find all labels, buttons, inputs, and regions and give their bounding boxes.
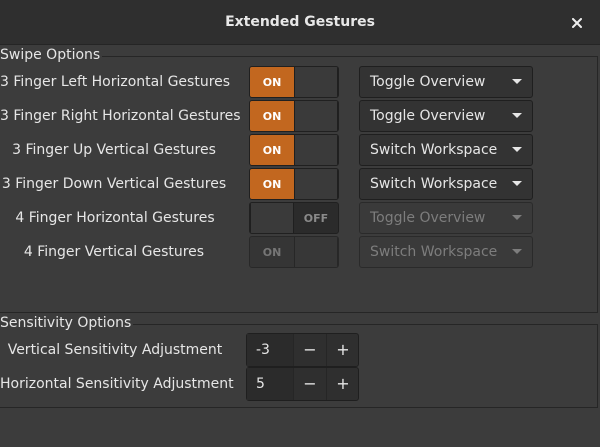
toggle-state-label: ON xyxy=(250,67,294,97)
increment-button[interactable]: + xyxy=(326,334,359,366)
row-label-3f-down: 3 Finger Down Vertical Gestures xyxy=(1,176,227,192)
row-label-3f-right: 3 Finger Right Horizontal Gestures xyxy=(0,108,241,124)
row-label-horizontal-sensitivity: Horizontal Sensitivity Adjustment xyxy=(0,376,234,392)
sensitivity-options-label: Sensitivity Options xyxy=(0,315,134,331)
action-select-value: Switch Workspace xyxy=(370,176,498,192)
dropdown-arrow-icon xyxy=(512,147,522,152)
dropdown-arrow-icon xyxy=(512,79,522,84)
toggle-4f-horizontal[interactable]: OFF xyxy=(249,202,339,234)
toggle-3f-down[interactable]: ON xyxy=(249,168,339,200)
toggle-knob xyxy=(294,101,338,131)
toggle-3f-right[interactable]: ON xyxy=(249,100,339,132)
action-select-value: Toggle Overview xyxy=(370,210,486,226)
vertical-sensitivity-spinner: -3 − + xyxy=(246,333,359,367)
close-icon xyxy=(572,18,582,28)
decrement-button[interactable]: − xyxy=(293,334,326,366)
toggle-3f-left[interactable]: ON xyxy=(249,66,339,98)
toggle-knob xyxy=(294,67,338,97)
action-select-3f-right[interactable]: Toggle Overview xyxy=(359,100,533,132)
action-select-value: Toggle Overview xyxy=(370,108,486,124)
horizontal-sensitivity-spinner: 5 − + xyxy=(246,367,359,401)
toggle-knob xyxy=(294,169,338,199)
dropdown-arrow-icon xyxy=(512,113,522,118)
toggle-state-label: ON xyxy=(250,169,294,199)
toggle-knob xyxy=(294,135,338,165)
row-label-4f-vertical: 4 Finger Vertical Gestures xyxy=(23,244,205,260)
close-button[interactable] xyxy=(566,12,588,34)
toggle-state-label: ON xyxy=(250,237,294,267)
horizontal-sensitivity-input[interactable]: 5 xyxy=(247,368,293,400)
toggle-4f-vertical[interactable]: ON xyxy=(249,236,339,268)
action-select-4f-vertical: Switch Workspace xyxy=(359,236,533,268)
toggle-3f-up[interactable]: ON xyxy=(249,134,339,166)
dropdown-arrow-icon xyxy=(512,181,522,186)
window-title: Extended Gestures xyxy=(225,14,375,30)
dialog-window: Extended Gestures Swipe Options 3 Finger… xyxy=(0,0,600,447)
toggle-knob xyxy=(250,203,294,233)
action-select-3f-up[interactable]: Switch Workspace xyxy=(359,134,533,166)
toggle-state-label: ON xyxy=(250,135,294,165)
action-select-4f-horizontal: Toggle Overview xyxy=(359,202,533,234)
titlebar: Extended Gestures xyxy=(0,0,600,45)
row-label-3f-left: 3 Finger Left Horizontal Gestures xyxy=(0,74,231,90)
row-label-vertical-sensitivity: Vertical Sensitivity Adjustment xyxy=(7,342,223,358)
action-select-value: Switch Workspace xyxy=(370,244,498,260)
toggle-knob xyxy=(294,237,338,267)
dropdown-arrow-icon xyxy=(512,249,522,254)
action-select-3f-down[interactable]: Switch Workspace xyxy=(359,168,533,200)
action-select-value: Switch Workspace xyxy=(370,142,498,158)
toggle-state-label: ON xyxy=(250,101,294,131)
action-select-value: Toggle Overview xyxy=(370,74,486,90)
action-select-3f-left[interactable]: Toggle Overview xyxy=(359,66,533,98)
toggle-state-label: OFF xyxy=(303,211,329,225)
dropdown-arrow-icon xyxy=(512,215,522,220)
vertical-sensitivity-input[interactable]: -3 xyxy=(247,334,293,366)
row-label-3f-up: 3 Finger Up Vertical Gestures xyxy=(12,142,216,158)
swipe-options-label: Swipe Options xyxy=(0,47,103,63)
decrement-button[interactable]: − xyxy=(293,368,326,400)
increment-button[interactable]: + xyxy=(326,368,359,400)
row-label-4f-horizontal: 4 Finger Horizontal Gestures xyxy=(15,210,215,226)
